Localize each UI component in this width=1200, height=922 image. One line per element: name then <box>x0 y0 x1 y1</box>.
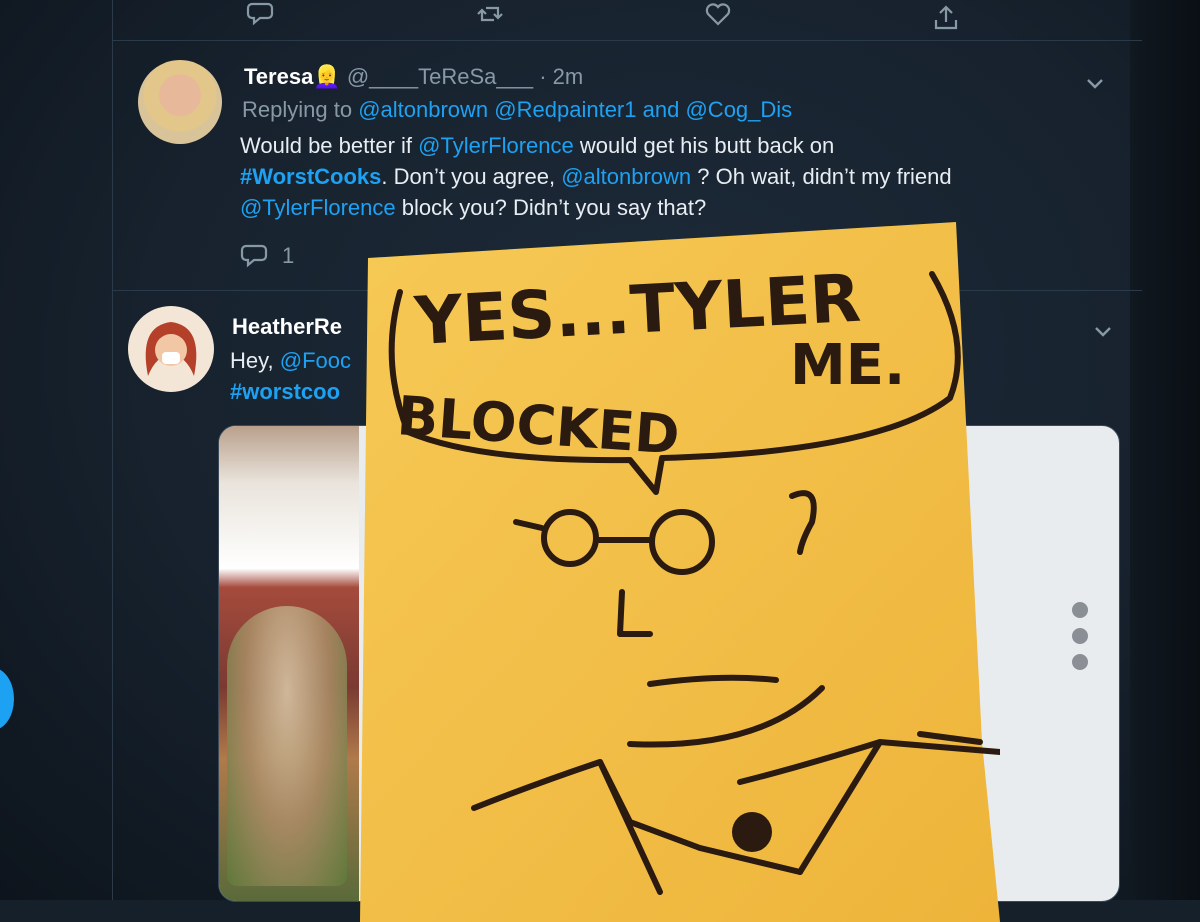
tweet-text: . Don’t you agree, <box>381 164 556 189</box>
tweet-body: Would be better if @TylerFlorence would … <box>240 130 1120 223</box>
chevron-down-icon <box>1087 79 1103 89</box>
retweet-button-top[interactable] <box>476 0 504 28</box>
mention-link[interactable]: @TylerFlorence <box>240 195 396 220</box>
tweet-text: Hey, <box>230 348 274 373</box>
mention-link[interactable]: @altonbrown <box>561 164 691 189</box>
handle[interactable]: @____TeReSa___ <box>347 64 533 89</box>
reply-button[interactable]: 1 <box>240 242 294 270</box>
reply-icon <box>246 2 274 26</box>
reply-button-top[interactable] <box>246 0 274 28</box>
tweet-menu-button[interactable] <box>1092 320 1114 347</box>
reply-count: 1 <box>282 243 295 268</box>
tweet-body: Hey, @Fooc #worstcoo <box>230 345 351 407</box>
reply-mention[interactable]: @Cog_Dis <box>685 97 792 122</box>
bow-tie-knot <box>732 812 772 852</box>
tweet-text: would get his butt back on <box>579 133 835 158</box>
hashtag-link[interactable]: #WorstCooks <box>240 164 381 189</box>
tweet-text: Would be better if <box>240 133 413 158</box>
share-button-top[interactable] <box>932 4 960 32</box>
chevron-down-icon <box>1095 327 1111 337</box>
screen-bezel <box>1130 0 1200 900</box>
tweet-text: block you? Didn’t you say that? <box>401 195 707 220</box>
share-icon <box>934 5 958 30</box>
timestamp[interactable]: · 2m <box>539 64 583 89</box>
replying-to-line: Replying to @altonbrown @Redpainter1 and… <box>242 97 792 123</box>
tweet-divider <box>112 40 1142 41</box>
mention-link[interactable]: @Fooc <box>280 348 351 373</box>
tweet-menu-button[interactable] <box>1084 72 1106 99</box>
display-name[interactable]: HeatherRe <box>232 314 342 339</box>
reply-mention[interactable]: @altonbrown <box>358 97 488 122</box>
food-bowl <box>227 606 347 886</box>
tweet-text: ? Oh wait, didn’t my friend <box>697 164 952 189</box>
reply-and[interactable]: and <box>643 97 680 122</box>
mention-link[interactable]: @TylerFlorence <box>418 133 574 158</box>
tweet-header: HeatherRe <box>232 314 342 340</box>
sticky-note: YES...TYLER BLOCKED ME. <box>360 222 1000 922</box>
reply-mention[interactable]: @Redpainter1 <box>494 97 636 122</box>
heart-icon <box>705 3 731 26</box>
tweet-header: Teresa👱‍♀️ @____TeReSa___ · 2m <box>244 64 583 90</box>
note-line-3: ME. <box>790 333 905 398</box>
avatar-heather[interactable] <box>128 306 214 392</box>
replying-prefix: Replying to <box>242 97 353 122</box>
retweet-icon <box>477 6 503 22</box>
name-emoji: 👱‍♀️ <box>313 64 341 89</box>
avatar-teresa[interactable] <box>138 60 222 144</box>
hashtag-link[interactable]: #worstcoo <box>230 379 340 404</box>
display-name[interactable]: Teresa <box>244 64 313 89</box>
reply-icon <box>240 244 268 268</box>
more-vertical-icon[interactable] <box>1072 602 1088 680</box>
like-button-top[interactable] <box>704 0 732 28</box>
